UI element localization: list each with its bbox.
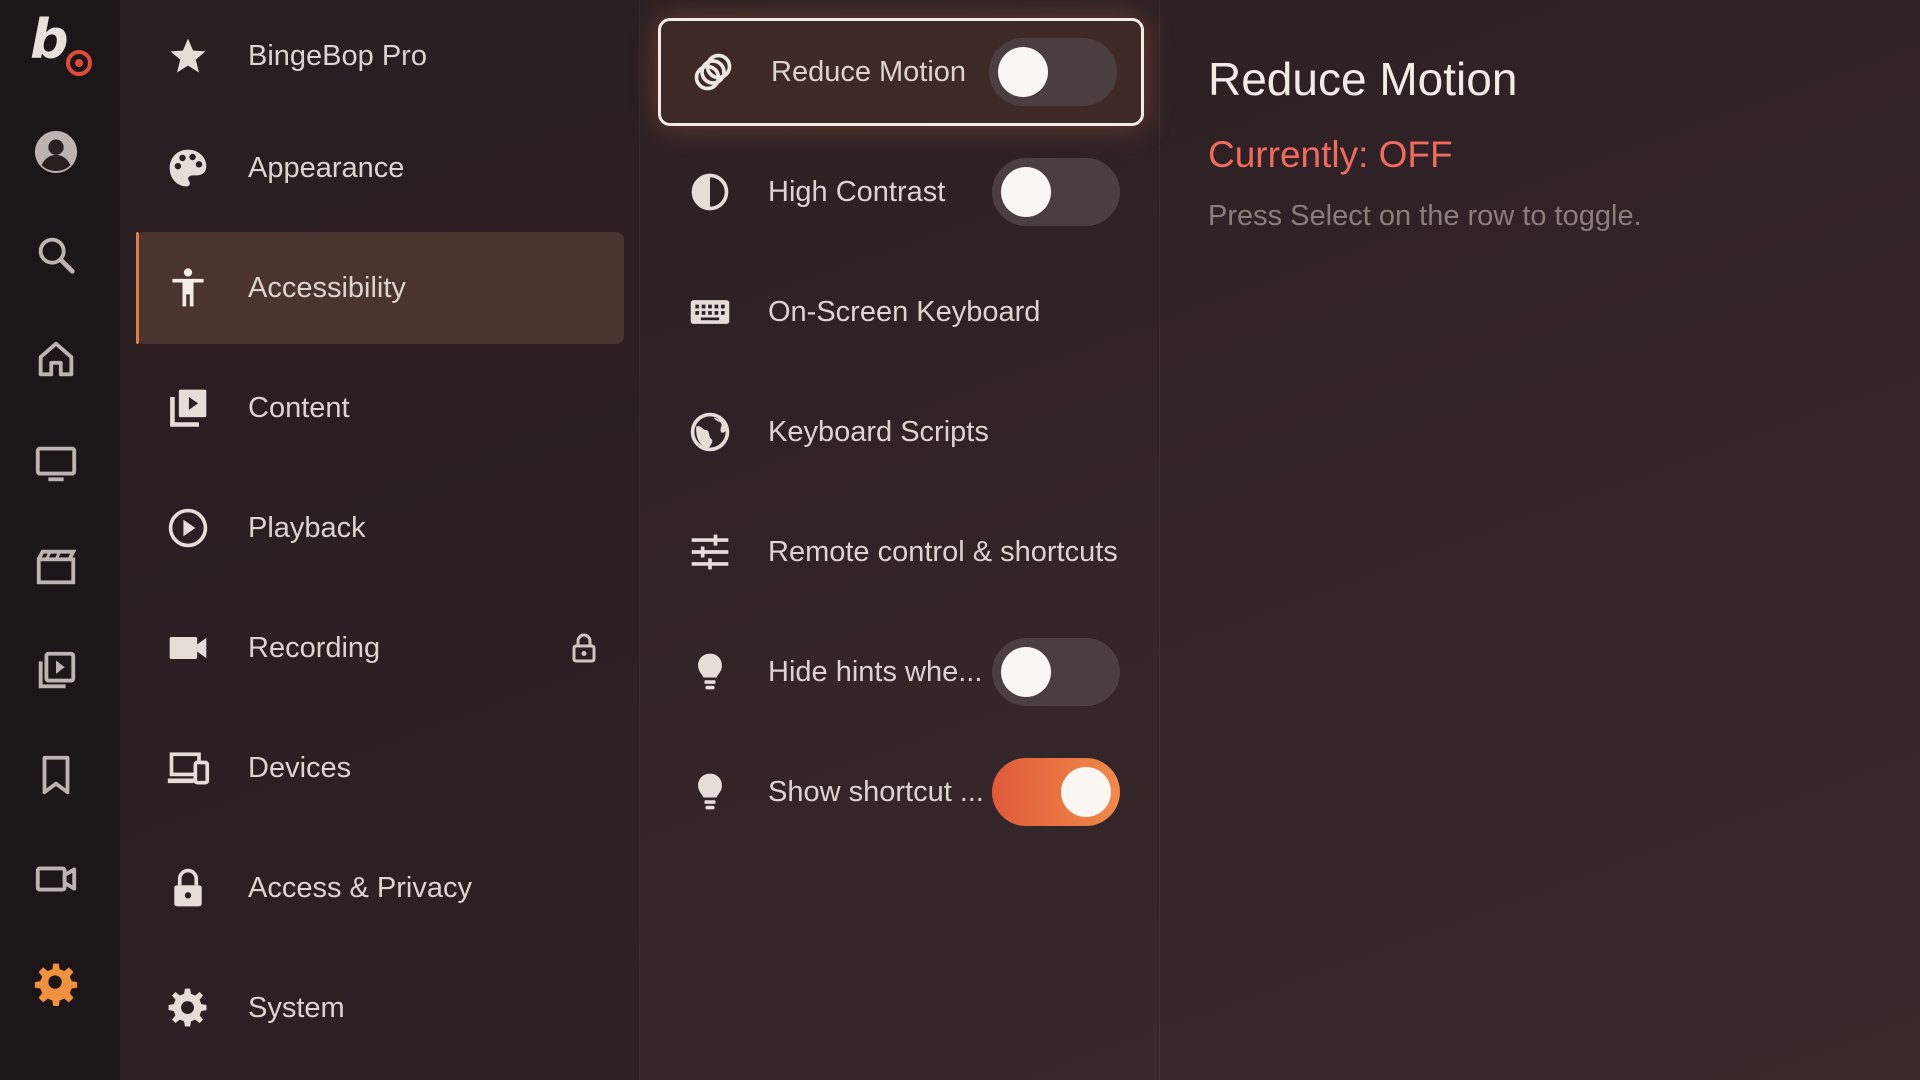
menu-item-label: Access & Privacy: [248, 871, 472, 904]
menu-item-devices[interactable]: Devices: [136, 712, 624, 824]
play-circle-icon: [166, 506, 210, 550]
menu-item-bingebop-pro[interactable]: BingeBop Pro: [136, 0, 624, 112]
option-label: High Contrast: [768, 175, 946, 208]
content-library-icon: [166, 386, 210, 430]
keyboard-icon: [688, 290, 732, 334]
menu-item-content[interactable]: Content: [136, 352, 624, 464]
lightbulb-icon: [688, 770, 732, 814]
palette-icon: [166, 146, 210, 190]
menu-item-label: Recording: [248, 631, 381, 664]
option-keyboard-scripts[interactable]: Keyboard Scripts: [658, 378, 1144, 486]
menu-item-label: Accessibility: [248, 271, 406, 304]
option-label: Keyboard Scripts: [768, 415, 989, 448]
high-contrast-toggle[interactable]: [992, 158, 1120, 226]
accessibility-icon: [166, 266, 210, 310]
library-icon[interactable]: [28, 643, 84, 699]
menu-item-label: BingeBop Pro: [248, 39, 427, 72]
settings-icon[interactable]: [28, 955, 84, 1011]
show-shortcut-toggle[interactable]: [992, 758, 1120, 826]
menu-item-label: Devices: [248, 751, 352, 784]
menu-item-recording[interactable]: Recording: [136, 592, 624, 704]
option-high-contrast[interactable]: High Contrast: [658, 138, 1144, 246]
motion-rings-icon: [691, 50, 735, 94]
option-on-screen-keyboard[interactable]: On-Screen Keyboard: [658, 258, 1144, 366]
devices-icon: [166, 746, 210, 790]
globe-icon: [688, 410, 732, 454]
option-reduce-motion[interactable]: Reduce Motion: [658, 18, 1144, 126]
profile-icon[interactable]: [28, 124, 84, 180]
detail-status: Currently: OFF: [1208, 134, 1453, 175]
option-label: On-Screen Keyboard: [768, 295, 1041, 328]
menu-item-accessibility[interactable]: Accessibility: [136, 232, 624, 344]
detail-pane: Reduce Motion Currently: OFF Press Selec…: [1160, 0, 1920, 1080]
detail-title: Reduce Motion: [1208, 53, 1518, 105]
logo-record-dot: [66, 50, 92, 76]
menu-item-access-privacy[interactable]: Access & Privacy: [136, 832, 624, 944]
settings-menu: BingeBop Pro Appearance Accessibility Co…: [120, 0, 640, 1080]
toggle-knob: [1001, 167, 1051, 217]
option-label: Show shortcut ...: [768, 775, 984, 808]
hide-hints-toggle[interactable]: [992, 638, 1120, 706]
camera-icon: [166, 626, 210, 670]
lightbulb-icon: [688, 650, 732, 694]
option-remote-control-shortcuts[interactable]: Remote control & shortcuts: [658, 498, 1144, 606]
contrast-icon: [688, 170, 732, 214]
bingebop-logo: b: [30, 8, 96, 80]
toggle-knob: [1061, 767, 1111, 817]
nav-rail: b: [0, 0, 120, 1080]
logo-letter: b: [30, 8, 69, 71]
detail-hint: Press Select on the row to toggle.: [1208, 200, 1642, 232]
bookmark-icon[interactable]: [28, 747, 84, 803]
menu-item-system[interactable]: System: [136, 952, 624, 1064]
menu-item-label: Content: [248, 391, 350, 424]
option-label: Hide hints whe...: [768, 655, 983, 688]
toggle-knob: [998, 47, 1048, 97]
option-label: Remote control & shortcuts: [768, 535, 1118, 568]
accessibility-options: Reduce Motion High Contrast On-Screen Ke…: [640, 0, 1160, 1080]
menu-item-label: Appearance: [248, 151, 405, 184]
option-label: Reduce Motion: [771, 55, 967, 88]
search-icon[interactable]: [28, 227, 84, 283]
home-icon[interactable]: [28, 331, 84, 387]
video-camera-icon[interactable]: [28, 851, 84, 907]
toggle-knob: [1001, 647, 1051, 697]
option-hide-hints[interactable]: Hide hints whe...: [658, 618, 1144, 726]
menu-item-label: Playback: [248, 511, 366, 544]
gear-icon: [166, 986, 210, 1030]
tv-icon[interactable]: [28, 435, 84, 491]
movies-icon[interactable]: [28, 539, 84, 595]
lock-icon: [570, 632, 598, 664]
menu-item-label: System: [248, 991, 345, 1024]
lock-icon: [166, 866, 210, 910]
star-icon: [166, 34, 210, 78]
menu-item-playback[interactable]: Playback: [136, 472, 624, 584]
option-show-shortcut[interactable]: Show shortcut ...: [658, 738, 1144, 846]
menu-item-appearance[interactable]: Appearance: [136, 112, 624, 224]
reduce-motion-toggle[interactable]: [989, 38, 1117, 106]
sliders-icon: [688, 530, 732, 574]
